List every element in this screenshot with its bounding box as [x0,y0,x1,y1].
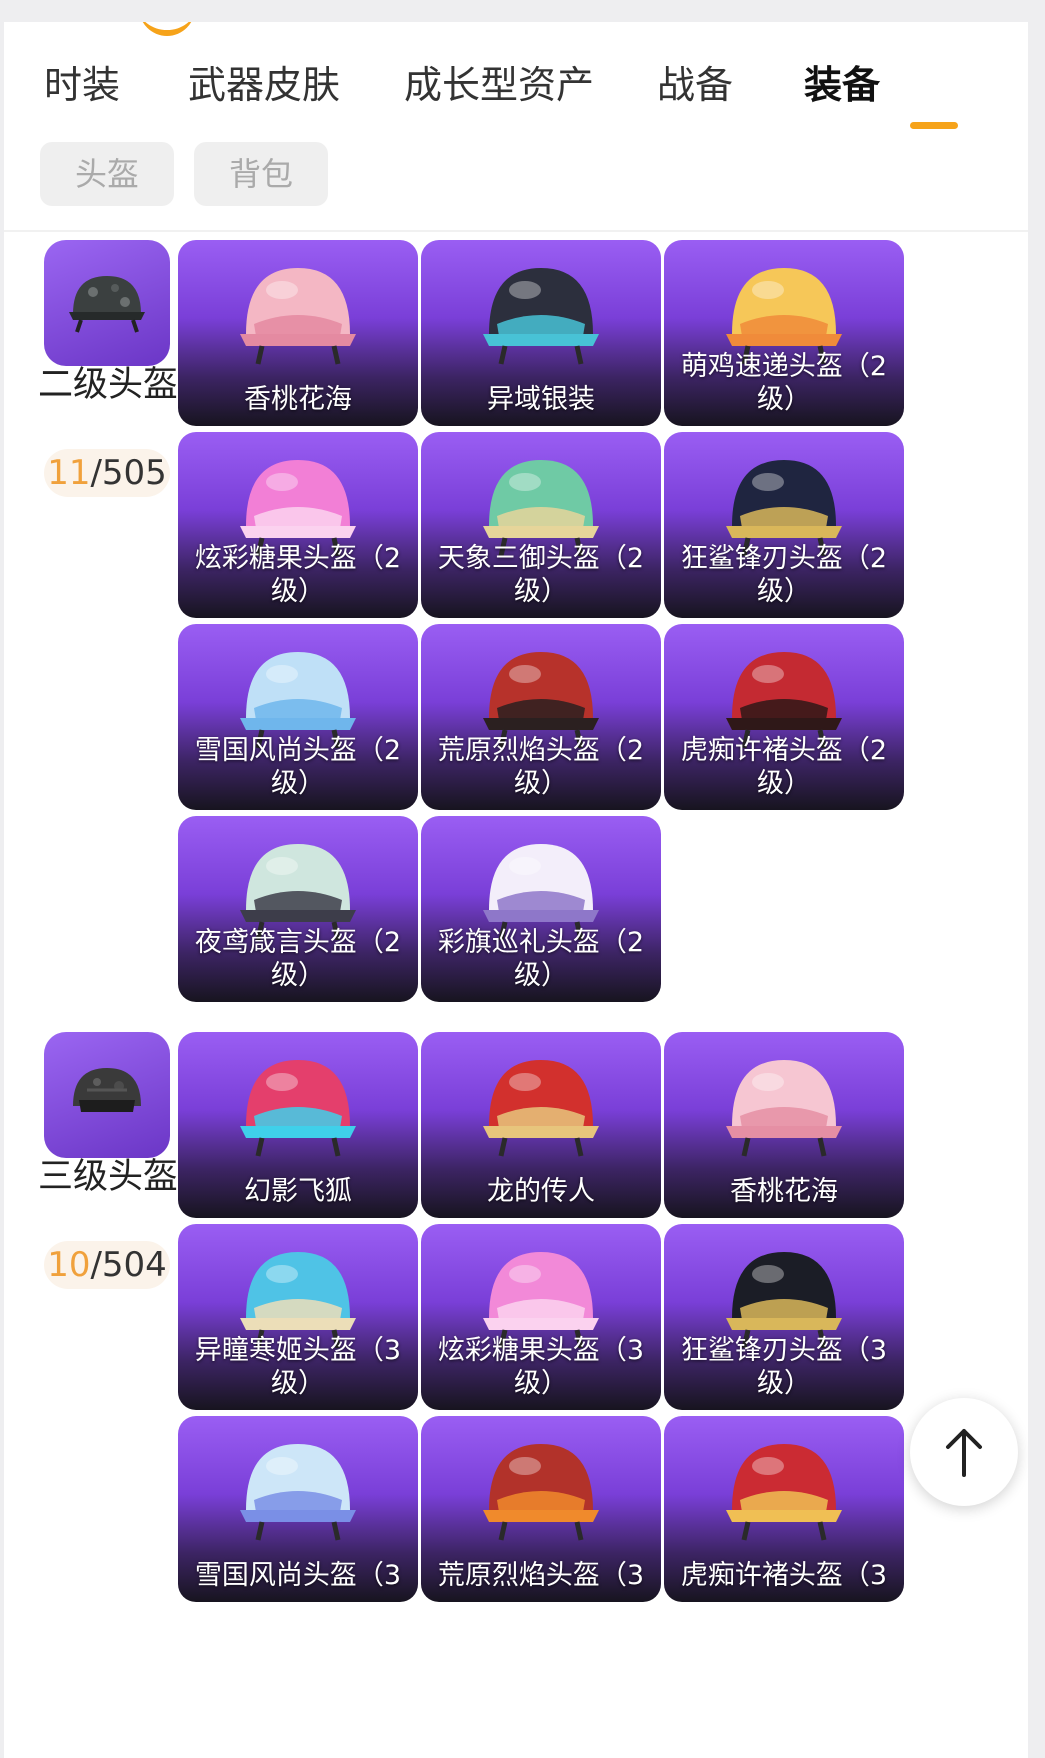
helmet-icon [483,1444,599,1541]
skin-card[interactable]: 狂鲨锋刃头盔（2级） [664,432,904,618]
skin-name: 荒原烈焰头盔（2级） [437,735,645,799]
skin-name: 香桃花海 [730,1176,838,1207]
tab-fashion[interactable]: 时装 [44,60,120,110]
level3-helmet-thumbnail[interactable] [44,1032,170,1158]
skin-card[interactable]: 雪国风尚头盔（3 [178,1416,418,1602]
skin-card[interactable]: 炫彩糖果头盔（2级） [178,432,418,618]
helmet-icon [483,268,599,365]
category-title: 二级头盔 [37,365,178,405]
skin-card[interactable]: 炫彩糖果头盔（3级） [421,1224,661,1410]
helmet-icon [69,276,145,333]
owned-count: 10 [47,1245,91,1285]
collection-count: 11/505 [44,449,170,497]
helmet-icon [240,1060,356,1157]
helmet-icon [726,1444,842,1541]
helmet-icon [73,1068,141,1112]
skin-name: 彩旗巡礼头盔（2级） [437,927,645,991]
skin-name: 天象三御头盔（2级） [437,543,645,607]
skin-card[interactable]: 彩旗巡礼头盔（2级） [421,816,661,1002]
helmet-icon [240,268,356,365]
skin-card[interactable]: 荒原烈焰头盔（3 [421,1416,661,1602]
tab-weapon-skins[interactable]: 武器皮肤 [188,60,340,110]
skin-name: 幻影飞狐 [244,1176,352,1207]
total-count: /504 [90,1245,167,1285]
skin-card[interactable]: 天象三御头盔（2级） [421,432,661,618]
skin-name: 虎痴许褚头盔（2级） [680,735,888,799]
skin-card[interactable]: 幻影飞狐 [178,1032,418,1218]
skin-card[interactable]: 虎痴许褚头盔（2级） [664,624,904,810]
skin-card[interactable]: 异瞳寒姬头盔（3级） [178,1224,418,1410]
skin-card[interactable]: 雪国风尚头盔（2级） [178,624,418,810]
collection-count: 10/504 [44,1241,170,1289]
skin-card[interactable]: 异域银装 [421,240,661,426]
equipment-page: 时装 武器皮肤 成长型资产 战备 装备 头盔 背包 二级头盔 11/505 三级… [4,22,1028,1758]
skin-card[interactable]: 狂鲨锋刃头盔（3级） [664,1224,904,1410]
skin-card[interactable]: 虎痴许褚头盔（3 [664,1416,904,1602]
skin-name: 萌鸡速递头盔（2级） [680,351,888,415]
logo-arc [139,22,195,36]
skin-name: 龙的传人 [487,1176,595,1207]
skin-name: 异瞳寒姬头盔（3级） [194,1335,402,1399]
skin-card[interactable]: 香桃花海 [664,1032,904,1218]
tab-equipment[interactable]: 装备 [804,60,880,110]
skin-name: 异域银装 [487,384,595,415]
skin-card[interactable]: 萌鸡速递头盔（2级） [664,240,904,426]
skin-card[interactable]: 荒原烈焰头盔（2级） [421,624,661,810]
skin-card[interactable]: 夜鸢箴言头盔（2级） [178,816,418,1002]
skin-name: 狂鲨锋刃头盔（3级） [680,1335,888,1399]
owned-count: 11 [47,453,91,493]
total-count: /505 [90,453,167,493]
tab-growth-assets[interactable]: 成长型资产 [404,60,594,110]
back-to-top-button[interactable] [910,1398,1018,1506]
helmet-icon [483,1060,599,1157]
skin-name: 香桃花海 [244,384,352,415]
helmet-icon [240,1444,356,1541]
divider [4,230,1028,232]
skin-name: 荒原烈焰头盔（3 [437,1560,645,1591]
skin-name: 夜鸢箴言头盔（2级） [194,927,402,991]
skin-name: 虎痴许褚头盔（3 [680,1560,888,1591]
tab-battle-prep[interactable]: 战备 [657,60,733,110]
skin-card[interactable]: 香桃花海 [178,240,418,426]
skin-name: 炫彩糖果头盔（3级） [437,1335,645,1399]
subtab-helmet[interactable]: 头盔 [40,142,174,206]
skin-card[interactable]: 龙的传人 [421,1032,661,1218]
subtab-backpack[interactable]: 背包 [194,142,328,206]
helmet-icon [726,1060,842,1157]
active-tab-indicator [910,122,958,129]
category-title: 三级头盔 [37,1157,178,1197]
level2-helmet-thumbnail[interactable] [44,240,170,366]
skin-name: 狂鲨锋刃头盔（2级） [680,543,888,607]
arrow-up-icon [946,1429,982,1477]
skin-name: 雪国风尚头盔（2级） [194,735,402,799]
skin-name: 炫彩糖果头盔（2级） [194,543,402,607]
skin-name: 雪国风尚头盔（3 [194,1560,402,1591]
